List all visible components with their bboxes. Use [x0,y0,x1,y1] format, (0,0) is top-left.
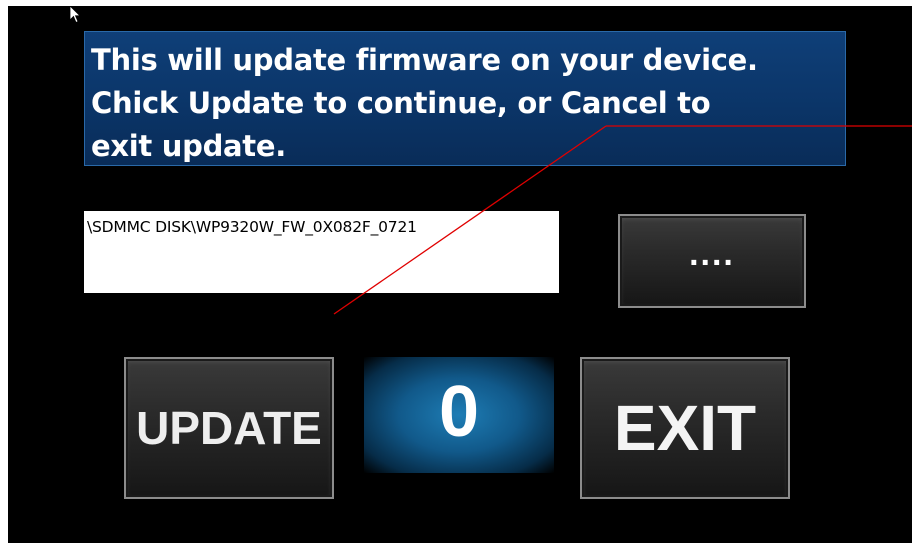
instruction-message: This will update firmware on your device… [91,43,758,163]
exit-button[interactable]: EXIT [580,357,790,499]
firmware-file-path-field[interactable]: \SDMMC DISK\WP9320W_FW_0X082F_0721 [84,211,559,293]
browse-file-button[interactable]: .... [618,214,806,308]
firmware-update-screen: This will update firmware on your device… [8,6,912,543]
progress-counter: 0 [364,357,554,473]
message-banner: This will update firmware on your device… [84,31,846,166]
update-button[interactable]: UPDATE [124,357,334,499]
mouse-pointer-icon [70,6,81,24]
